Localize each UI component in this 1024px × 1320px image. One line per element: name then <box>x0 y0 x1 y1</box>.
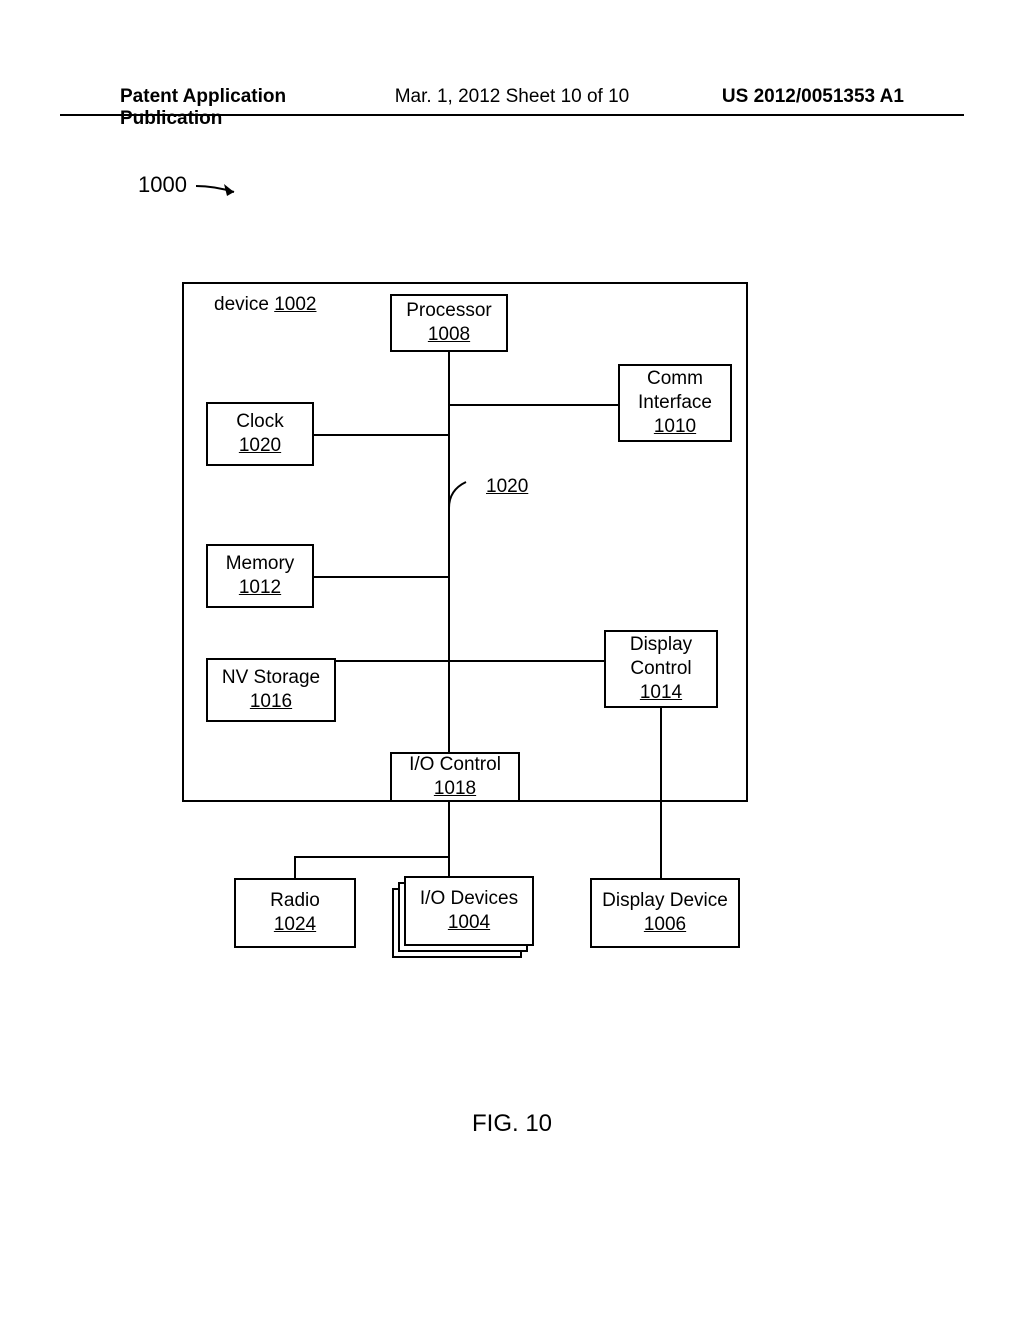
nvstorage-block: NV Storage 1016 <box>206 658 336 722</box>
page-header: Patent Application Publication Mar. 1, 2… <box>0 86 1024 130</box>
displaycontrol-connector <box>450 660 604 662</box>
header-rule <box>60 114 964 116</box>
bus-line-vertical <box>448 350 450 802</box>
device-label-text: device <box>214 294 269 315</box>
processor-block: Processor 1008 <box>390 294 508 352</box>
displaydevice-connector <box>660 708 662 878</box>
comm-connector <box>450 404 618 406</box>
clock-num: 1020 <box>208 434 312 458</box>
memory-connector <box>314 576 448 578</box>
nvstorage-num: 1016 <box>208 690 334 714</box>
radio-name: Radio <box>236 889 354 913</box>
comm-name: CommInterface <box>620 367 730 415</box>
displaydevice-block: Display Device 1006 <box>590 878 740 948</box>
memory-block: Memory 1012 <box>206 544 314 608</box>
clock-connector <box>314 434 448 436</box>
memory-name: Memory <box>208 552 312 576</box>
iocontrol-name: I/O Control <box>392 753 518 777</box>
device-container: device 1002 <box>182 282 748 802</box>
radio-connector-v <box>294 856 296 878</box>
iocontrol-num: 1018 <box>392 777 518 801</box>
device-label-num: 1002 <box>274 294 316 315</box>
displaydevice-name: Display Device <box>592 889 738 913</box>
header-left: Patent Application Publication <box>120 86 381 130</box>
iocontrol-block: I/O Control 1018 <box>390 752 520 802</box>
processor-num: 1008 <box>392 323 506 347</box>
bus-reference-number: 1020 <box>486 476 528 498</box>
comm-interface-block: CommInterface 1010 <box>618 364 732 442</box>
memory-num: 1012 <box>208 576 312 600</box>
clock-block: Clock 1020 <box>206 402 314 466</box>
radio-num: 1024 <box>236 913 354 937</box>
nvstorage-connector <box>336 660 448 662</box>
device-label: device 1002 <box>214 294 316 316</box>
figure-reference-number: 1000 <box>138 172 187 198</box>
radio-connector-h <box>294 856 450 858</box>
reference-arrow-icon <box>194 178 254 202</box>
displaycontrol-block: DisplayControl 1014 <box>604 630 718 708</box>
displaydevice-num: 1006 <box>592 913 738 937</box>
io-bus-vertical <box>448 802 450 880</box>
header-right: US 2012/0051353 A1 <box>643 86 904 130</box>
figure-caption: FIG. 10 <box>0 1110 1024 1138</box>
processor-name: Processor <box>392 299 506 323</box>
displaycontrol-name: DisplayControl <box>606 633 716 681</box>
clock-name: Clock <box>208 410 312 434</box>
comm-num: 1010 <box>620 415 730 439</box>
bus-leader-icon <box>448 480 480 510</box>
radio-block: Radio 1024 <box>234 878 356 948</box>
displaycontrol-num: 1014 <box>606 681 716 705</box>
header-mid: Mar. 1, 2012 Sheet 10 of 10 <box>381 86 642 130</box>
iodevices-num: 1004 <box>406 911 532 935</box>
nvstorage-name: NV Storage <box>208 666 334 690</box>
iodevices-block: I/O Devices 1004 <box>404 876 534 946</box>
iodevices-name: I/O Devices <box>406 887 532 911</box>
